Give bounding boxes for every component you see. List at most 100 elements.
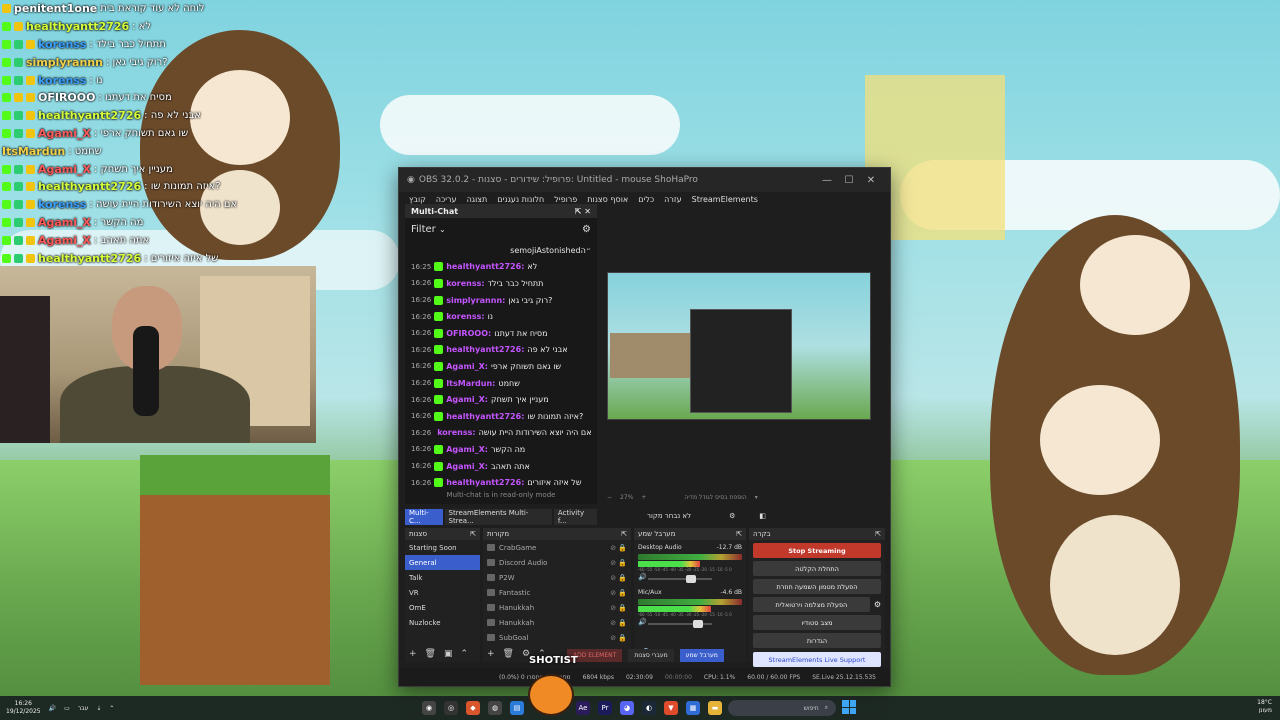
dock-undock-icon[interactable]: ⇱ (470, 530, 476, 538)
menu-item[interactable]: פרופיל (554, 195, 577, 204)
lock-icon[interactable]: 🔒 (618, 574, 627, 582)
source-item[interactable]: Hanukkah ⊘ 🔒 (483, 615, 631, 630)
lock-icon[interactable]: 🔒 (618, 604, 627, 612)
chat-username[interactable]: Agami_X (38, 127, 91, 140)
studio-mode-button[interactable]: מצב סטודיו (753, 615, 881, 630)
tray-chevron-icon[interactable]: ⌃ (109, 705, 114, 712)
chat-username[interactable]: OFIROOO (38, 91, 95, 104)
weather-widget[interactable]: 18°C מעונן (1257, 699, 1272, 715)
lock-icon[interactable]: 🔒 (618, 634, 627, 642)
scene-filter-icon[interactable]: ▣ (444, 649, 453, 659)
chevron-down-icon[interactable]: ▾ (755, 494, 758, 501)
chat-username[interactable]: Agami_X: (446, 445, 488, 454)
folder-icon[interactable]: ▬ (708, 701, 722, 715)
virtual-camera-button[interactable]: הפעלת מצלמה וירטואלית (753, 597, 870, 612)
source-item[interactable]: Discord Audio ⊘ 🔒 (483, 555, 631, 570)
menu-item[interactable]: אוסף סצנות (587, 195, 628, 204)
start-icon[interactable] (842, 700, 856, 714)
network-icon[interactable]: ▭ (64, 705, 70, 712)
multichat-close-icon[interactable]: ✕ (584, 207, 591, 216)
chat-username[interactable]: Agami_X: (446, 462, 488, 471)
app-icon-1[interactable]: ◉ (422, 701, 436, 715)
obs-app-icon[interactable]: ◎ (444, 701, 458, 715)
scene-item[interactable]: Talk (405, 570, 480, 585)
virtual-camera-gear-icon[interactable]: ⚙ (874, 600, 881, 609)
move-up-icon[interactable]: ⌃ (461, 649, 469, 659)
dock-tab[interactable]: StreamElements Multi-Strea... (444, 509, 552, 525)
chat-username[interactable]: healthyantt2726: (446, 262, 524, 271)
chat-username[interactable]: penitent1one (14, 2, 97, 15)
chat-username[interactable]: korenss: (446, 279, 484, 288)
close-icon[interactable]: ✕ (860, 175, 882, 186)
source-item[interactable]: P2W ⊘ 🔒 (483, 570, 631, 585)
chat-username[interactable]: Agami_X: (446, 362, 488, 371)
scene-item[interactable]: OmE (405, 600, 480, 615)
dock-tab[interactable]: Multi-C... (405, 509, 443, 525)
maximize-icon[interactable]: ☐ (838, 175, 860, 186)
chat-username[interactable]: Agami_X: (446, 395, 488, 404)
remove-scene-icon[interactable]: 🗑 (425, 649, 436, 659)
after-effects-icon[interactable]: Ae (576, 701, 590, 715)
lock-icon[interactable]: 🔒 (618, 559, 627, 567)
chat-username[interactable]: healthyantt2726 (38, 180, 141, 193)
app-icon-4[interactable]: ◍ (488, 701, 502, 715)
chat-username[interactable]: korenss: (437, 428, 475, 437)
source-item[interactable]: Hanukkah ⊘ 🔒 (483, 600, 631, 615)
dock-undock-icon[interactable]: ⇱ (736, 530, 742, 538)
start-recording-button[interactable]: התחלת הקלטה (753, 561, 881, 576)
scene-item[interactable]: VR (405, 585, 480, 600)
volume-slider[interactable]: 🔊 (638, 573, 742, 583)
source-item[interactable]: CrabGame ⊘ 🔒 (483, 540, 631, 555)
transitions-tab[interactable]: מעברי סצנות (628, 649, 674, 662)
chat-username[interactable]: Agami_X (38, 163, 91, 176)
chat-username[interactable]: korenss (38, 38, 86, 51)
remove-source-icon[interactable]: 🗑 (503, 649, 514, 659)
menu-item[interactable]: חלונות נעגנים (497, 195, 544, 204)
usb-icon[interactable]: ⇣ (96, 705, 101, 712)
chat-username[interactable]: simplyrannn: (446, 296, 505, 305)
live-support-button[interactable]: StreamElements Live Support (753, 652, 881, 667)
zoom-in-icon[interactable]: + (641, 494, 646, 501)
calendar-icon[interactable]: ▦ (686, 701, 700, 715)
gear-icon[interactable]: ⚙ (582, 224, 591, 235)
volume-slider[interactable]: 🔊 (638, 618, 742, 628)
chat-username[interactable]: healthyantt2726 (26, 20, 129, 33)
speaker-icon[interactable]: 🔊 (638, 573, 647, 581)
lock-icon[interactable]: 🔒 (618, 619, 627, 627)
obs-preview[interactable] (607, 272, 871, 420)
chat-username[interactable]: healthyantt2726 (38, 252, 141, 265)
taskbar-search[interactable]: חיפוש ⌕ (728, 700, 836, 716)
app-icon-3[interactable]: ◆ (466, 701, 480, 715)
scene-item[interactable]: Nuzlocke (405, 615, 480, 630)
chat-username[interactable]: korenss: (446, 312, 484, 321)
scene-item[interactable]: Starting Soon (405, 540, 480, 555)
source-item[interactable]: Fantastic ⊘ 🔒 (483, 585, 631, 600)
menu-item[interactable]: עזרה (664, 195, 682, 204)
replay-buffer-button[interactable]: הפעלת מטמון השמעה חוזרת (753, 579, 881, 594)
scene-item[interactable]: General (405, 555, 480, 570)
menu-item[interactable]: כלים (638, 195, 654, 204)
lock-icon[interactable]: 🔒 (618, 589, 627, 597)
stop-streaming-button[interactable]: Stop Streaming (753, 543, 881, 558)
chat-username[interactable]: Agami_X (38, 216, 91, 229)
chat-username[interactable]: healthyantt2726: (446, 345, 524, 354)
add-source-icon[interactable]: + (487, 649, 495, 659)
dock-undock-icon[interactable]: ⇱ (621, 530, 627, 538)
menu-item[interactable]: קובץ (409, 195, 426, 204)
minimize-icon[interactable]: — (816, 175, 838, 186)
undock-icon[interactable]: ⇱ (575, 207, 582, 216)
settings-button[interactable]: הגדרות (753, 633, 881, 648)
premiere-icon[interactable]: Pr (598, 701, 612, 715)
chat-username[interactable]: ItsMardun (2, 145, 65, 158)
chat-username[interactable]: ItsMardun: (446, 379, 495, 388)
volume-thumb[interactable] (692, 620, 703, 628)
speaker-icon[interactable]: 🔊 (638, 618, 647, 626)
filters-icon[interactable]: ◧ (759, 512, 766, 520)
chat-username[interactable]: Agami_X (38, 234, 91, 247)
chat-username[interactable]: korenss (38, 74, 86, 87)
discord-icon[interactable]: ◕ (620, 701, 634, 715)
zoom-out-icon[interactable]: − (607, 494, 612, 501)
menu-item[interactable]: עריכה (436, 195, 457, 204)
mixer-tab[interactable]: מערבל שמע (679, 649, 724, 662)
chat-username[interactable]: korenss (38, 198, 86, 211)
